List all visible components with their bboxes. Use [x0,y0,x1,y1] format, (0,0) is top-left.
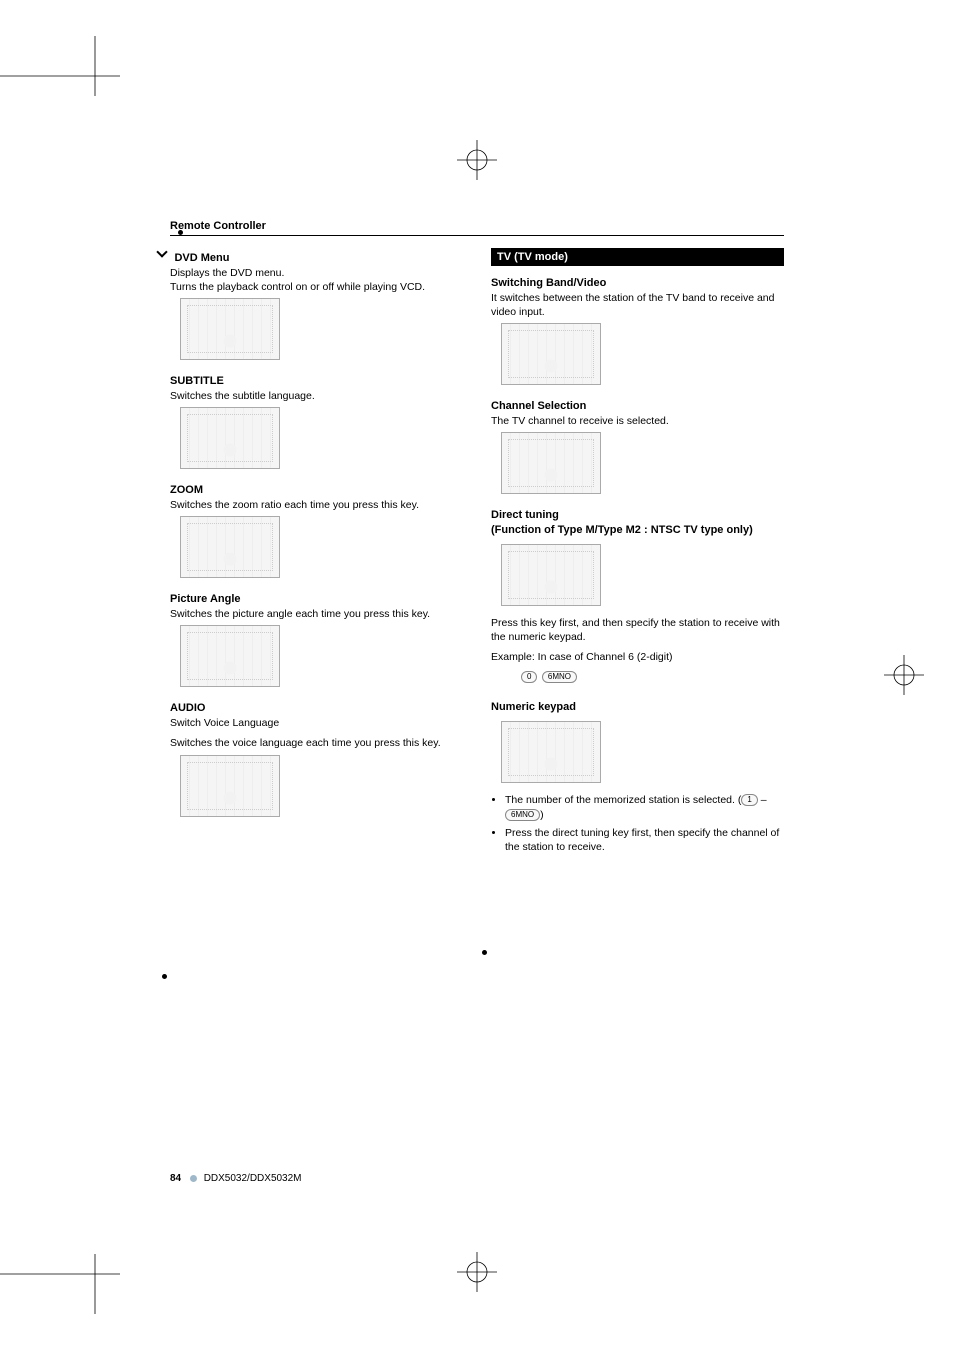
numeric-keypad-bullets: The number of the memorized station is s… [491,793,784,855]
bullet1-part-b: ) [540,809,544,821]
bullet1-part-a: The number of the memorized station is s… [505,794,741,806]
channel-selection-section: Channel Selection The TV channel to rece… [491,399,784,494]
remote-diagram [501,323,601,385]
side-mark-top-left [0,36,120,96]
subtitle-text: Switches the subtitle language. [170,389,463,403]
numeric-keypad-section: Numeric keypad The number of the memoriz… [491,700,784,855]
audio-text: Switches the voice language each time yo… [170,736,463,750]
remote-diagram [501,721,601,783]
zoom-title: ZOOM [170,483,463,498]
key-6-pill: 6MNO [505,809,540,821]
zoom-section: ZOOM Switches the zoom ratio each time y… [170,483,463,578]
direct-tuning-title1: Direct tuning [491,508,784,523]
model-name: DDX5032/DDX5032M [204,1173,302,1184]
subtitle-section: SUBTITLE Switches the subtitle language. [170,374,463,469]
numeric-keypad-title: Numeric keypad [491,700,784,715]
direct-tuning-example-label: Example: In case of Channel 6 (2-digit) [491,650,784,664]
registration-mark-top [457,140,497,180]
remote-diagram [180,755,280,817]
page-number: 84 [170,1173,181,1184]
side-mark-bottom-left [0,1254,120,1314]
numeric-keypad-bullet-1: The number of the memorized station is s… [505,793,784,822]
remote-diagram [180,298,280,360]
switching-band-section: Switching Band/Video It switches between… [491,276,784,385]
bullet1-dash: – [758,794,767,806]
decor-dot [162,974,167,979]
key-0-pill: 0 [521,671,537,683]
page-content: Remote Controller DVD Menu Displays the … [170,220,784,1130]
switching-band-text: It switches between the station of the T… [491,291,784,319]
direct-tuning-section: Direct tuning (Function of Type M/Type M… [491,508,784,686]
section-arrow-icon [156,246,167,257]
remote-diagram [501,544,601,606]
subtitle-title: SUBTITLE [170,374,463,389]
dvd-menu-line1: Displays the DVD menu. [170,266,463,280]
remote-diagram [180,625,280,687]
picture-angle-title: Picture Angle [170,592,463,607]
channel-selection-title: Channel Selection [491,399,784,414]
remote-diagram [501,432,601,494]
picture-angle-section: Picture Angle Switches the picture angle… [170,592,463,687]
remote-diagram [180,407,280,469]
tv-mode-topic-bar: TV (TV mode) [491,248,784,266]
key-1-pill: 1 [741,794,757,806]
footer-dot-icon [190,1175,197,1182]
audio-section: AUDIO Switch Voice Language Switches the… [170,701,463,816]
switching-band-title: Switching Band/Video [491,276,784,291]
registration-mark-bottom [457,1252,497,1292]
direct-tuning-text: Press this key first, and then specify t… [491,616,784,644]
zoom-text: Switches the zoom ratio each time you pr… [170,498,463,512]
dvd-menu-line2: Turns the playback control on or off whi… [170,280,463,294]
registration-mark-right [884,655,924,695]
right-column: TV (TV mode) Switching Band/Video It swi… [491,248,784,869]
audio-title: AUDIO [170,701,463,716]
channel-selection-text: The TV channel to receive is selected. [491,414,784,428]
numeric-keypad-bullet-2: Press the direct tuning key first, then … [505,826,784,855]
example-keys: 0 6MNO [521,668,784,686]
dvd-menu-title: DVD Menu [174,252,229,264]
dvd-menu-section: DVD Menu Displays the DVD menu. Turns th… [170,248,463,360]
direct-tuning-title2: (Function of Type M/Type M2 : NTSC TV ty… [491,523,784,538]
key-6-pill: 6MNO [542,671,577,683]
left-column: DVD Menu Displays the DVD menu. Turns th… [170,248,463,869]
remote-diagram [180,516,280,578]
section-header: Remote Controller [170,220,784,236]
picture-angle-text: Switches the picture angle each time you… [170,607,463,621]
audio-sub: Switch Voice Language [170,716,463,730]
page-footer: 84 DDX5032/DDX5032M [170,1173,302,1184]
